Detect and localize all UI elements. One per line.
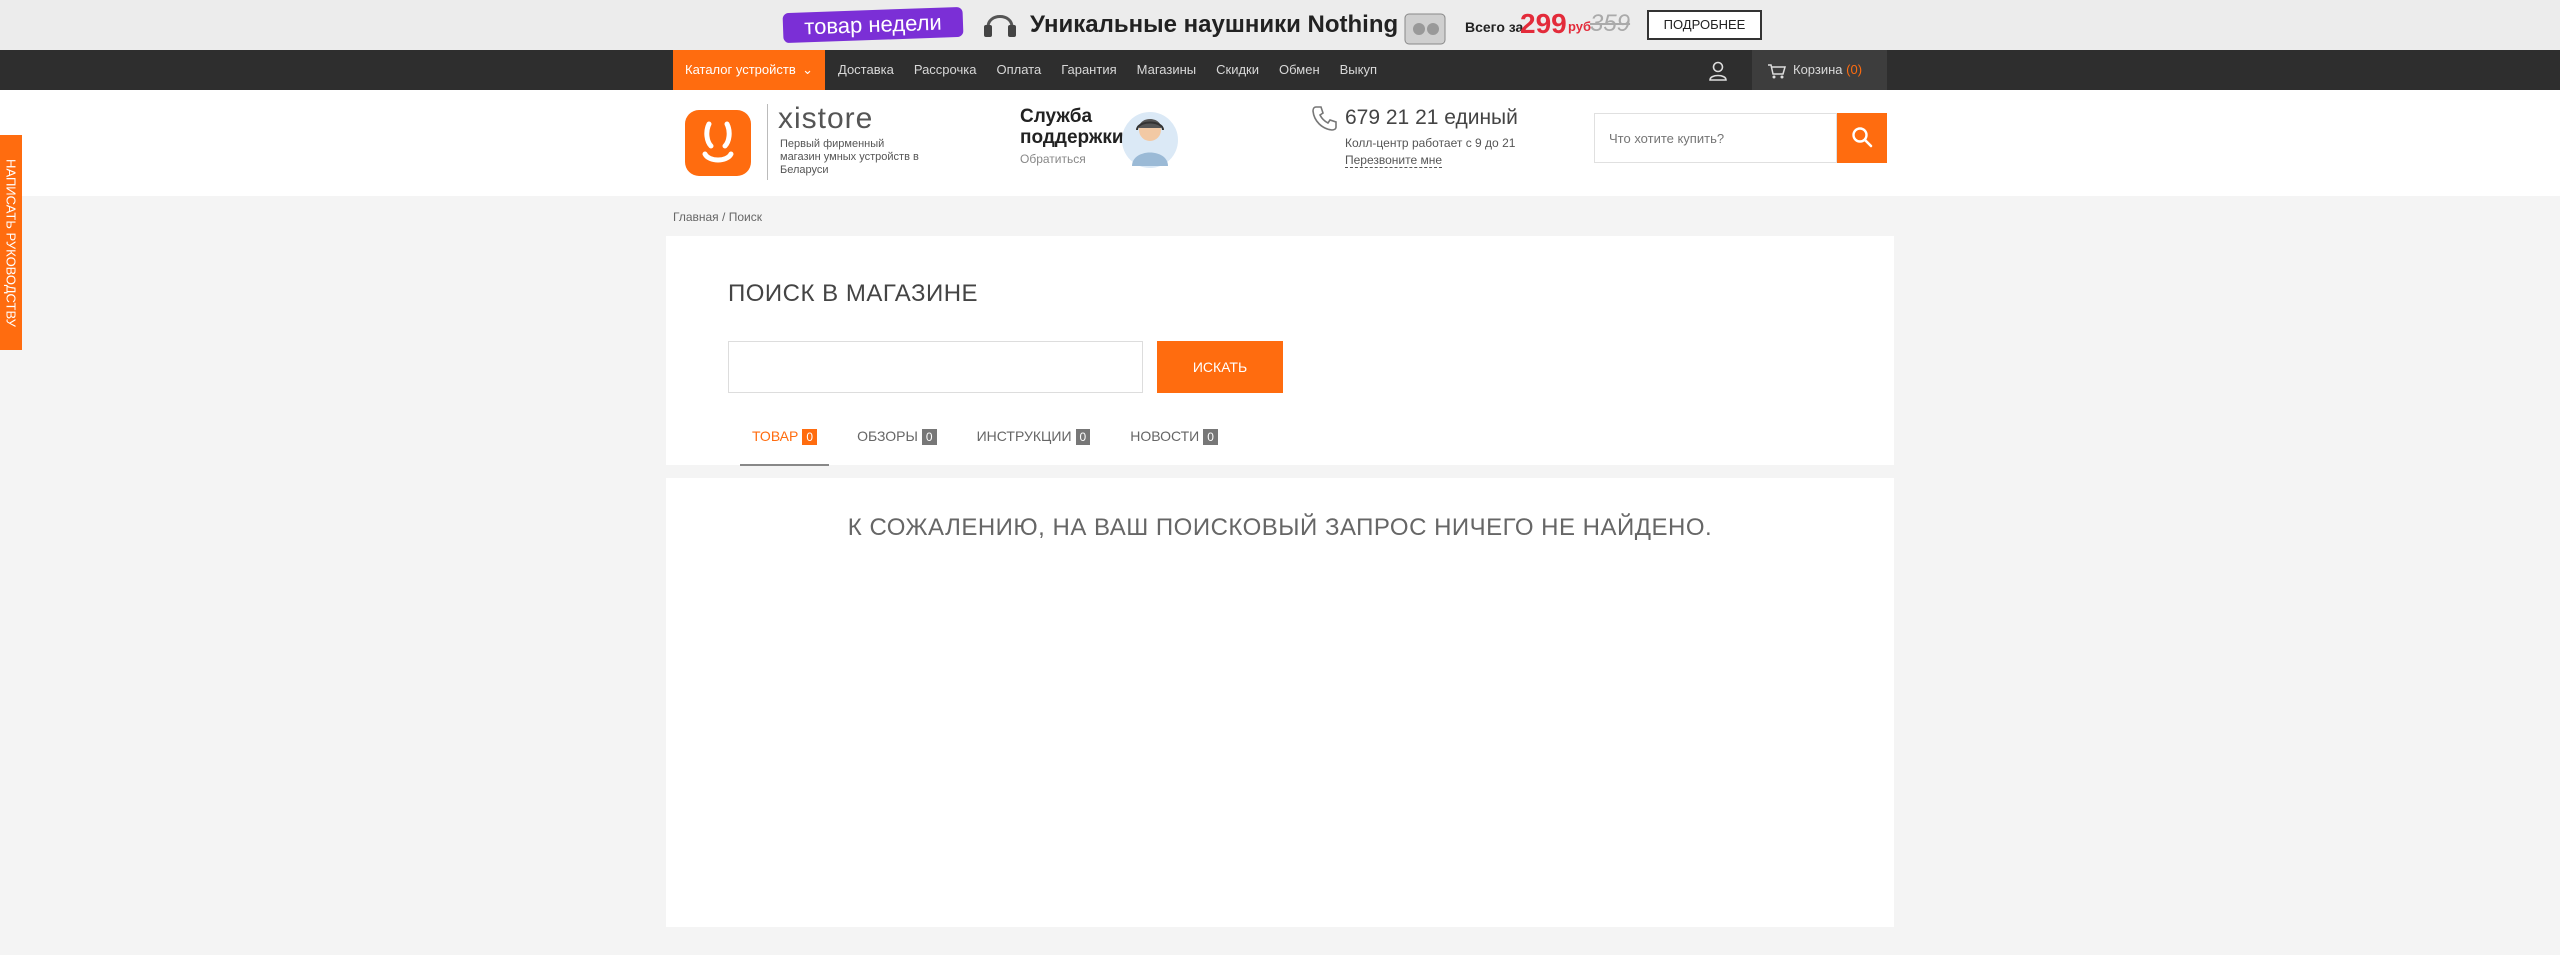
nav-link-buyback[interactable]: Выкуп [1340,50,1377,90]
nav-link-payment[interactable]: Оплата [996,50,1041,90]
promo-price-prefix: Всего за [1465,19,1524,35]
user-icon[interactable] [1707,60,1729,82]
breadcrumb: Главная / Поиск [673,210,762,224]
support-agent-icon [1122,112,1178,168]
header-search-input[interactable] [1594,113,1837,163]
phone-icon [1312,106,1337,131]
tab-label: ИНСТРУКЦИИ [976,428,1072,444]
promo-badge: товар недели [782,6,964,44]
breadcrumb-home[interactable]: Главная [673,210,719,224]
promo-price: 299 [1520,8,1567,39]
nav-link-delivery[interactable]: Доставка [838,50,894,90]
search-panel: ПОИСК В МАГАЗИНЕ ИСКАТЬ ТОВАР 0 ОБЗОРЫ 0 И… [666,236,1894,466]
result-tabs: ТОВАР 0 ОБЗОРЫ 0 ИНСТРУКЦИИ 0 НОВОСТИ 0 [740,426,1246,466]
cart-button[interactable]: Корзина (0) [1752,50,1887,90]
tab-count-badge: 0 [1075,429,1091,445]
rabbit-logo-icon [702,121,734,163]
promo-old-price: 359 [1590,10,1631,37]
tab-label: НОВОСТИ [1130,428,1200,444]
search-icon [1852,126,1873,147]
header-search-button[interactable] [1837,113,1887,163]
promo-details-button[interactable]: ПОДРОБНЕЕ [1647,10,1762,40]
promo-currency: руб [1568,19,1592,34]
phone-number[interactable]: 679 21 21 единый [1345,106,1518,130]
top-nav: Каталог устройств ⌄ Доставка Рассрочка О… [0,50,2560,90]
support-link[interactable]: Обратиться [1020,152,1086,166]
no-results-message: К СОЖАЛЕНИЮ, НА ВАШ ПОИСКОВЫЙ ЗАПРОС НИЧ… [847,514,1713,541]
catalog-label: Каталог устройств [685,62,796,77]
breadcrumb-current: Поиск [728,210,762,224]
site-header: xistore Первый фирменный магазин умных у… [0,90,2560,196]
logo-tagline: Первый фирменный магазин умных устройств… [780,138,919,176]
promo-title: Уникальные наушники Nothing [1030,11,1399,38]
write-to-management-tab[interactable]: НАПИСАТЬ РУКОВОДСТВУ [0,135,22,350]
search-button[interactable]: ИСКАТЬ [1157,341,1283,393]
cart-icon [1768,63,1786,79]
nav-link-installment[interactable]: Рассрочка [914,50,977,90]
cart-label: Корзина [1793,62,1843,77]
tab-instructions[interactable]: ИНСТРУКЦИИ 0 [965,426,1103,466]
promo-banner[interactable]: товар недели Уникальные наушники Nothing… [0,0,2560,50]
logo[interactable] [685,110,751,176]
search-input[interactable] [728,341,1143,393]
nav-link-warranty[interactable]: Гарантия [1061,50,1116,90]
tab-label: ТОВАР [752,428,799,444]
nav-links: Доставка Рассрочка Оплата Гарантия Магаз… [838,50,1397,90]
call-center-hours: Колл-центр работает с 9 до 21 [1345,136,1516,150]
product-image-icon [1404,13,1446,45]
tab-count-badge: 0 [1203,429,1218,445]
results-panel: К СОЖАЛЕНИЮ, НА ВАШ ПОИСКОВЫЙ ЗАПРОС НИЧ… [666,478,1894,927]
tab-label: ОБЗОРЫ [857,428,918,444]
cart-count: (0) [1846,62,1863,77]
logo-text[interactable]: xistore [778,102,873,136]
sidetab-label: НАПИСАТЬ РУКОВОДСТВУ [3,158,19,327]
callback-link[interactable]: Перезвоните мне [1345,153,1443,168]
headphones-icon [984,15,1016,37]
tab-news[interactable]: НОВОСТИ 0 [1118,426,1230,466]
page-title: ПОИСК В МАГАЗИНЕ [728,280,979,307]
nav-link-discounts[interactable]: Скидки [1216,50,1259,90]
chevron-down-icon: ⌄ [802,62,813,77]
logo-divider [767,104,768,180]
nav-link-stores[interactable]: Магазины [1137,50,1197,90]
tab-count-badge: 0 [921,429,937,445]
tab-products[interactable]: ТОВАР 0 [740,426,830,466]
catalog-button[interactable]: Каталог устройств ⌄ [673,50,825,90]
tab-reviews[interactable]: ОБЗОРЫ 0 [845,426,949,466]
tab-count-badge: 0 [802,429,818,445]
breadcrumb-separator: / [718,210,729,224]
nav-link-exchange[interactable]: Обмен [1279,50,1320,90]
